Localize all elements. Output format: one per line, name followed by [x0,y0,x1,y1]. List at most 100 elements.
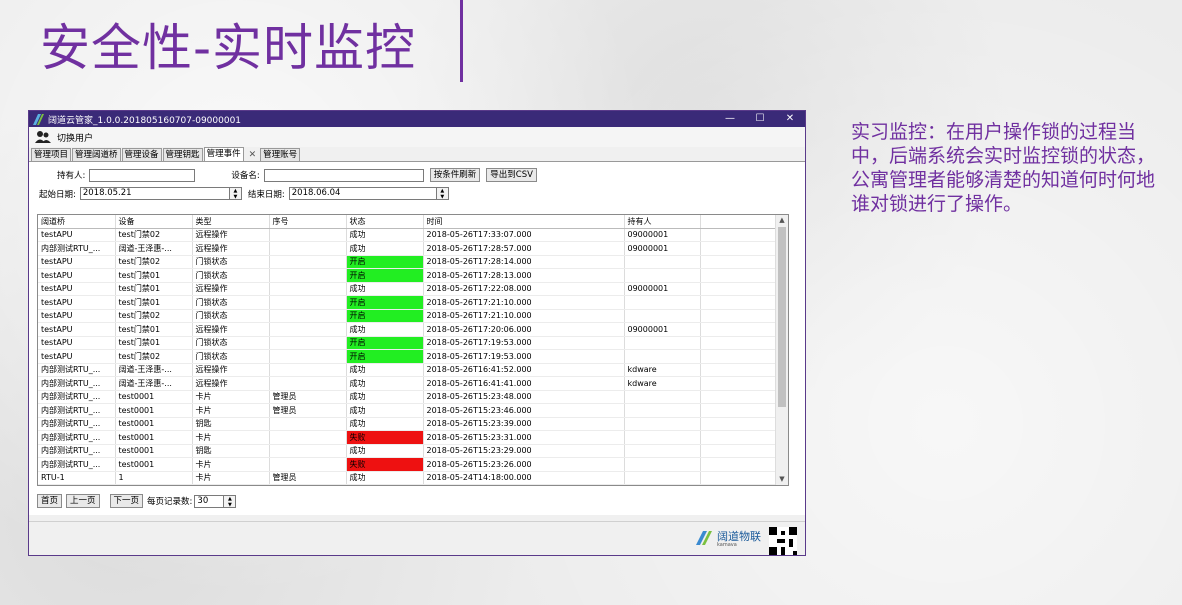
toolbar: 切换用户 [29,127,805,147]
holder-input[interactable] [89,168,196,182]
tab-close-icon[interactable]: ✕ [245,149,261,161]
tab-devices[interactable]: 管理设备 [121,148,162,161]
table-cell: 内部测试RTU_... [38,417,116,431]
table-row[interactable]: 内部测试RTU_... test0001 卡片 管理员 成功 2018-05-26T15:… [38,403,777,418]
table-row[interactable]: testAPU test门禁02 门锁状态 开启 2018-05-26T17:28:14… [38,255,777,269]
first-page-button[interactable]: 首页 [37,494,63,508]
maximize-button[interactable]: ☐ [745,111,775,127]
table-row[interactable]: 内部测试RTU_... test0001 卡片 失败 2018-05-26T15:23:… [38,430,777,445]
table-cell: test0001 [115,457,193,472]
table-cell: 内部测试RTU_... [38,241,116,256]
table-row[interactable]: testAPU test门禁01 门锁状态 开启 2018-05-26T17:28:13… [38,268,777,283]
close-button[interactable]: ✕ [775,111,805,127]
table-row[interactable]: testAPU test门禁01 门锁状态 开启 2018-05-26T17:19:53… [38,336,777,350]
table-cell: 卡片 [192,430,270,445]
table-cell: 远程操作 [192,228,270,242]
table-scrollbar[interactable]: ▲ ▼ [775,215,788,485]
table-cell: 门锁状态 [192,255,270,269]
table-cell: test门禁01 [115,322,193,337]
table-cell: 2018-05-26T15:23:48.000 [423,390,625,404]
tab-bridges[interactable]: 管理阔道桥 [72,148,121,161]
status-cell: 成功 [346,471,424,485]
per-page-input[interactable]: 30 [194,494,225,508]
col-header[interactable]: 序号 [269,215,347,229]
events-panel: 持有人: 设备名: 按条件刷新 导出到CSV 起始日期: 2018.05.21 … [29,162,805,515]
scroll-thumb[interactable] [778,227,786,407]
col-header[interactable]: 状态 [346,215,424,229]
table-cell [269,444,347,458]
end-date-spinner[interactable]: ▲ ▼ [436,187,449,200]
tab-accounts[interactable]: 管理账号 [260,148,301,161]
next-page-button[interactable]: 下一页 [109,494,144,508]
table-row[interactable]: 内部测试RTU_... test0001 卡片 失败 2018-05-26T15:23:… [38,457,777,472]
table-cell [269,322,347,337]
table-cell: 2018-05-26T15:23:39.000 [423,417,625,431]
table-cell: testAPU [38,349,116,364]
table-cell: 内部测试RTU_... [38,430,116,445]
table-row[interactable]: testAPU test门禁02 门锁状态 开启 2018-05-26T17:19:53… [38,349,777,364]
table-cell [269,417,347,431]
table-cell: 2018-05-26T17:21:10.000 [423,295,625,310]
table-row[interactable]: 内部测试RTU_... test0001 钥匙 成功 2018-05-26T15:23:… [38,444,777,458]
status-cell: 成功 [346,376,424,391]
tab-projects[interactable]: 管理项目 [31,148,72,161]
status-cell: 成功 [346,363,424,377]
per-page-spinner[interactable]: ▲ ▼ [224,494,237,508]
table-row[interactable]: testAPU test门禁01 门锁状态 开启 2018-05-26T17:21:10… [38,295,777,310]
status-cell: 成功 [346,403,424,418]
scroll-up-icon[interactable]: ▲ [776,215,788,226]
table-cell [624,471,701,485]
table-row[interactable]: RTU-11卡片管理员成功2018-05-24T14:17:57.000 [38,484,777,485]
table-cell [269,228,347,242]
status-bar: 阔道物联 kamava [29,521,805,555]
table-row[interactable]: testAPU test门禁02 远程操作 成功 2018-05-26T17:33:07… [38,228,777,242]
table-cell: 内部测试RTU_... [38,363,116,377]
table-cell [269,309,347,323]
col-header[interactable]: 持有人 [624,215,701,229]
export-csv-button[interactable]: 导出到CSV [486,168,537,182]
table-cell [624,403,701,418]
status-cell: 开启 [346,336,424,350]
start-date-spinner[interactable]: ▲ ▼ [229,187,242,200]
table-cell: 内部测试RTU_... [38,444,116,458]
table-row[interactable]: testAPU test门禁01 远程操作 成功 2018-05-26T17:20:06… [38,322,777,337]
status-cell: 开启 [346,255,424,269]
table-row[interactable]: RTU-1 1 卡片 管理员 成功 2018-05-24T14:18:00.000 [38,471,777,485]
start-date-input[interactable]: 2018.05.21 [79,187,230,200]
minimize-button[interactable]: — [715,111,745,127]
table-row[interactable]: testAPU test门禁02 门锁状态 开启 2018-05-26T17:21:10… [38,309,777,323]
table-cell: 钥匙 [192,417,270,431]
table-row[interactable]: 内部测试RTU_... 阔道-王泽惠-... 远程操作 成功 2018-05-26T16… [38,376,777,391]
col-header[interactable]: 时间 [423,215,625,229]
table-cell: testAPU [38,268,116,283]
col-header[interactable]: 类型 [192,215,270,229]
table-cell: 远程操作 [192,363,270,377]
refresh-button[interactable]: 按条件刷新 [429,168,481,182]
table-row[interactable]: 内部测试RTU_... test0001 卡片 管理员 成功 2018-05-26T15:… [38,390,777,404]
table-row[interactable]: 内部测试RTU_... 阔道-王泽惠-... 远程操作 成功 2018-05-26T17… [38,241,777,256]
table-cell: test0001 [115,417,193,431]
scroll-down-icon[interactable]: ▼ [776,474,788,485]
col-header[interactable]: 设备 [115,215,193,229]
table-cell [269,336,347,350]
end-date-input[interactable]: 2018.06.04 [288,187,437,200]
tab-events[interactable]: 管理事件 [203,147,244,161]
table-cell: 2018-05-26T17:33:07.000 [423,228,625,242]
table-cell [700,484,777,485]
col-header[interactable]: 阔道桥 [38,215,116,229]
table-row[interactable]: testAPU test门禁01 远程操作 成功 2018-05-26T17:22:08… [38,282,777,296]
table-cell: 2018-05-26T17:20:06.000 [423,322,625,337]
table-cell [269,349,347,364]
brand-logo: 阔道物联 kamava [696,530,761,549]
table-cell: 门锁状态 [192,349,270,364]
table-cell [269,295,347,310]
switch-user-button[interactable]: 切换用户 [57,131,93,144]
table-row[interactable]: 内部测试RTU_... 阔道-王泽惠-... 远程操作 成功 2018-05-26T16… [38,363,777,377]
device-input[interactable] [263,168,424,182]
tab-keys[interactable]: 管理钥匙 [162,148,203,161]
table-cell [269,363,347,377]
table-cell: test门禁01 [115,268,193,283]
table-cell: test门禁01 [115,282,193,296]
table-row[interactable]: 内部测试RTU_... test0001 钥匙 成功 2018-05-26T15:23:… [38,417,777,431]
prev-page-button[interactable]: 上一页 [66,494,100,508]
